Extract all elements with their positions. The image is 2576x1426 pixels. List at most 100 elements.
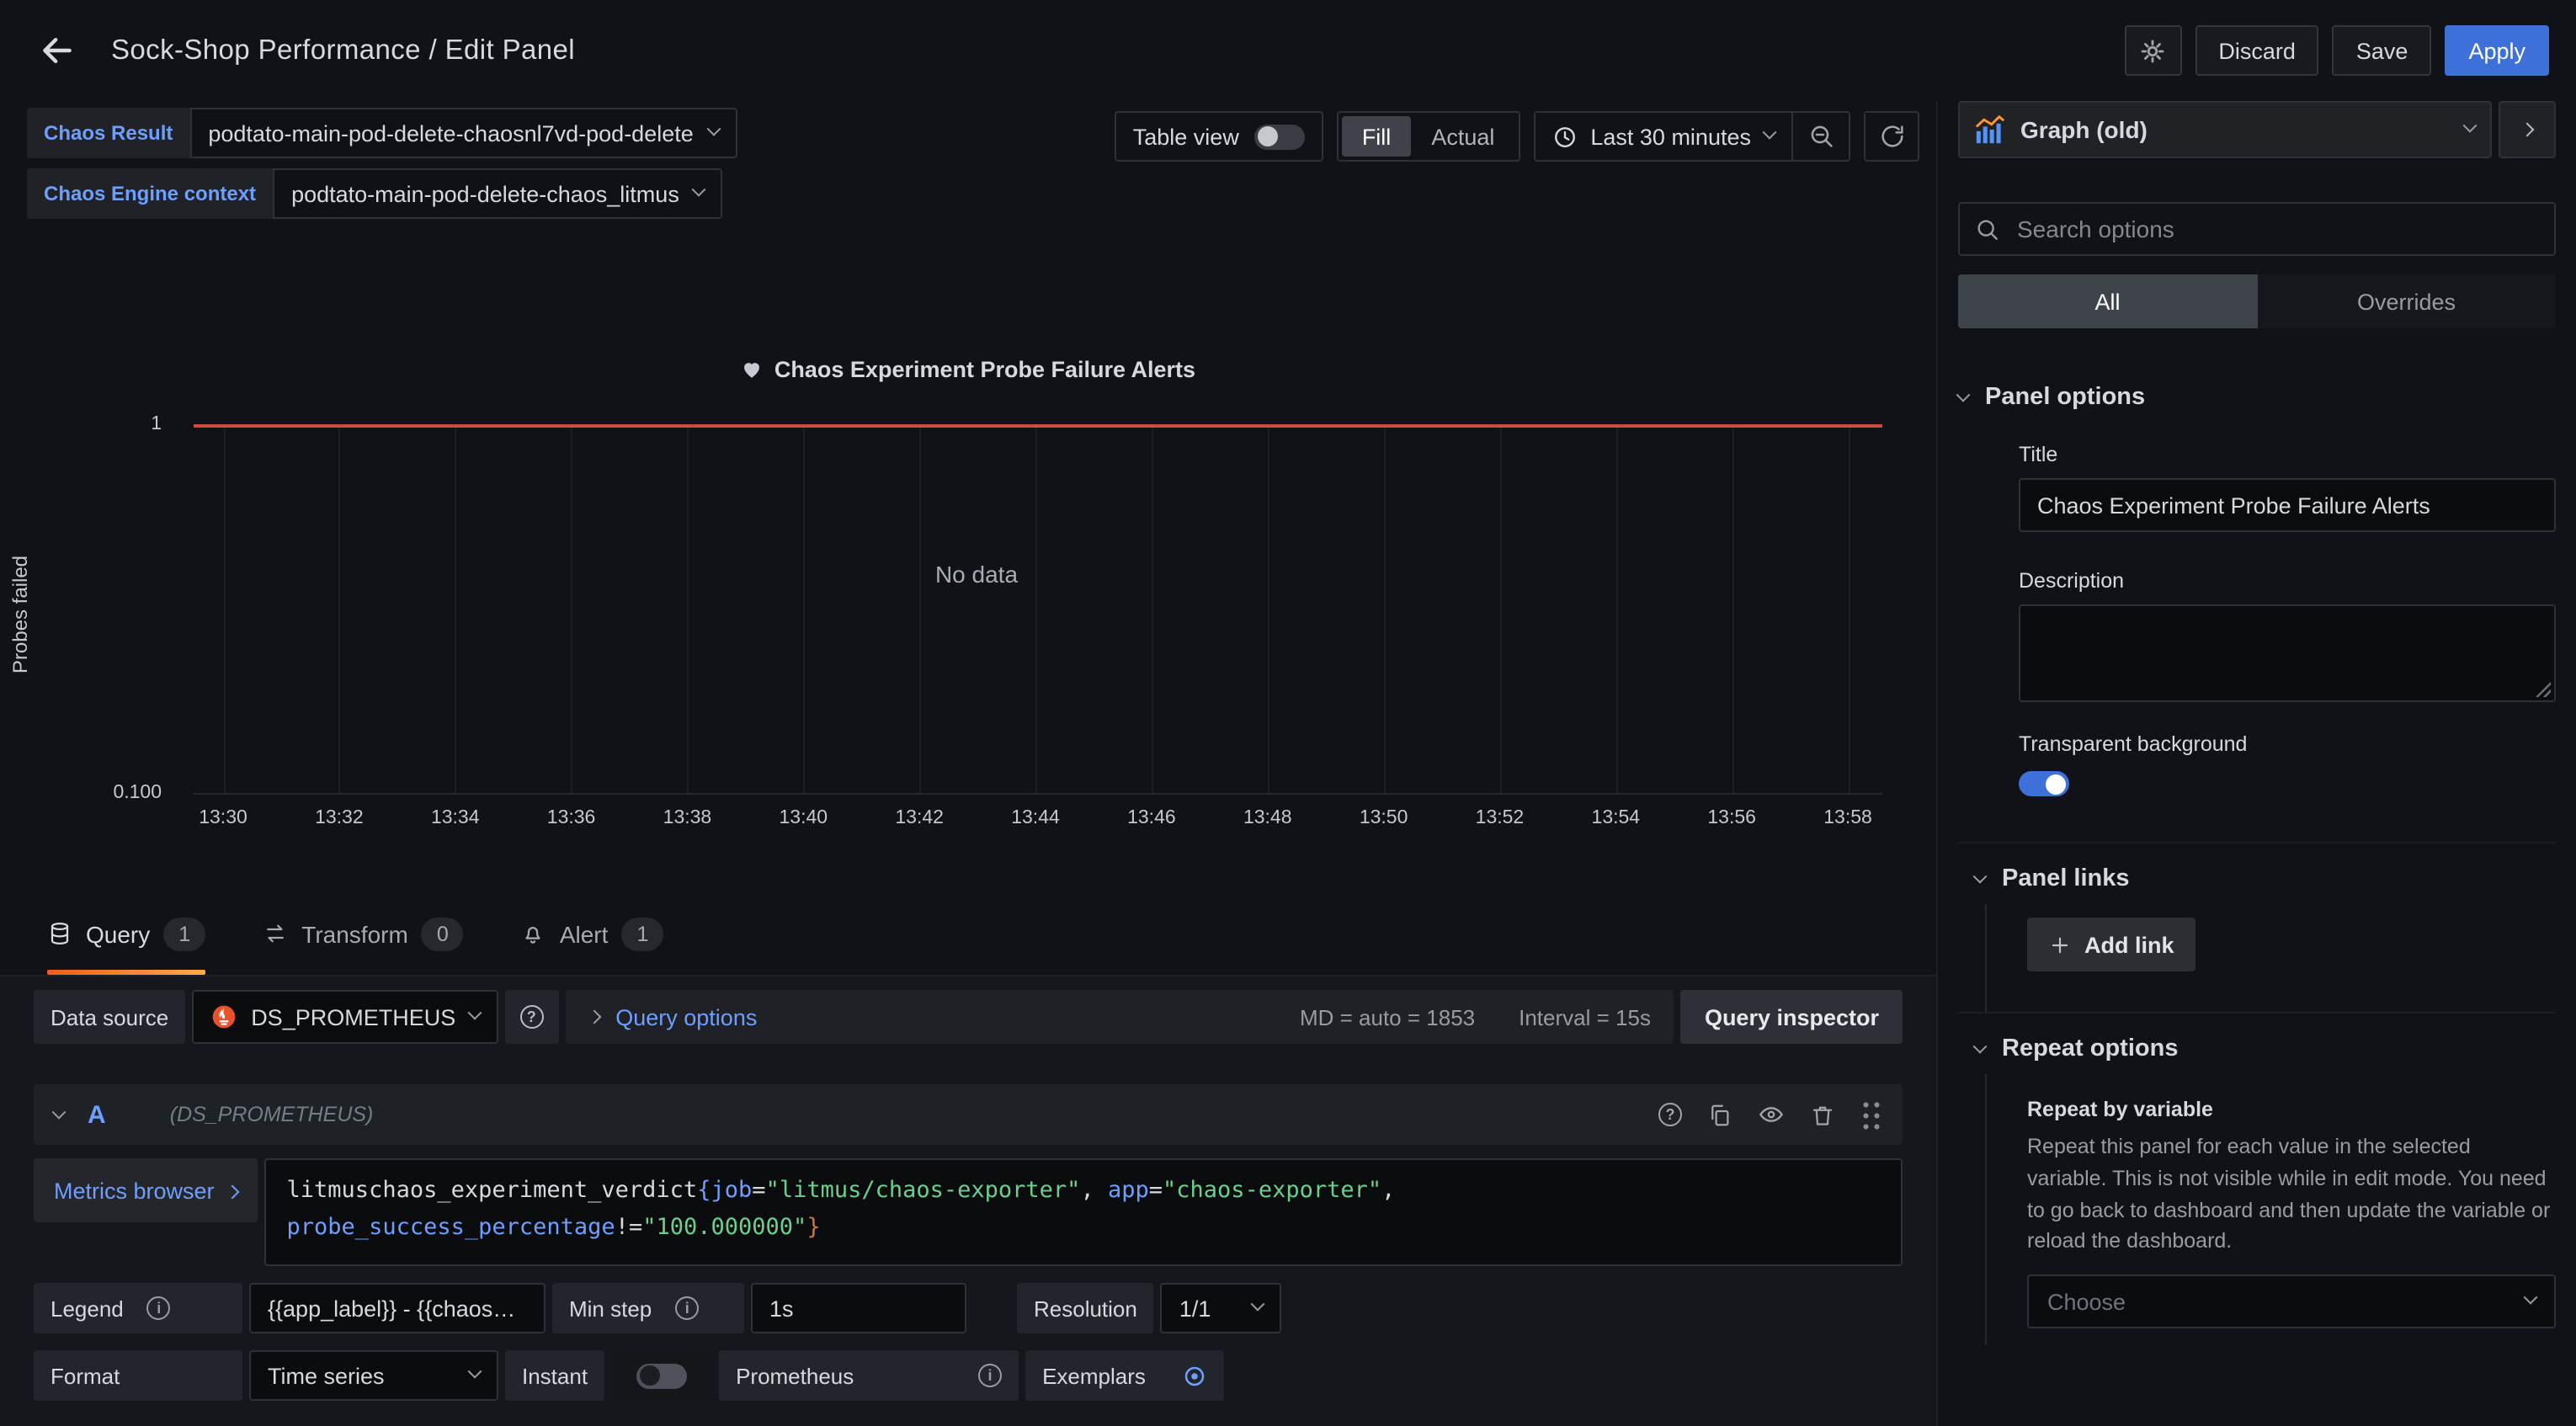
- metrics-browser-button[interactable]: Metrics browser: [34, 1158, 258, 1222]
- variable-value-dropdown[interactable]: podtato-main-pod-delete-chaosnl7vd-pod-d…: [189, 108, 737, 158]
- query-options-toggle[interactable]: Query options: [588, 1004, 757, 1030]
- chevron-down-icon: [1956, 388, 1971, 402]
- bar-line-chart-icon: [1975, 114, 2005, 145]
- x-tick-label: 13:38: [663, 808, 712, 828]
- info-circle-icon[interactable]: i: [675, 1296, 699, 1320]
- main-area: Chaos Result podtato-main-pod-delete-cha…: [0, 101, 2576, 1426]
- options-sidebar: Graph (old) All Overrides Panel opt: [1936, 101, 2576, 1426]
- panel-links-content: Add link: [1985, 904, 2556, 1012]
- drag-handle-icon[interactable]: [1860, 1099, 1882, 1131]
- chevron-down-icon: [2463, 119, 2478, 133]
- discard-button[interactable]: Discard: [2195, 25, 2319, 76]
- search-icon: [1975, 216, 2000, 242]
- resolution-select[interactable]: 1/1: [1161, 1283, 1282, 1333]
- y-tick-label: 1: [61, 414, 162, 434]
- tab-alert[interactable]: Alert 1: [521, 892, 664, 975]
- query-options-label: Query options: [615, 1004, 757, 1030]
- transparent-background-toggle[interactable]: [2019, 771, 2069, 796]
- trash-icon[interactable]: [1810, 1102, 1835, 1127]
- variable-value-dropdown[interactable]: podtato-main-pod-delete-chaos_litmus: [273, 168, 723, 219]
- chevron-down-icon: [1251, 1297, 1265, 1312]
- refresh-button[interactable]: [1864, 111, 1919, 162]
- query-expression[interactable]: litmuschaos_experiment_verdict{job="litm…: [265, 1158, 1903, 1266]
- clock-icon: [1551, 124, 1577, 149]
- spacer: [973, 1283, 1010, 1333]
- panel-links-section: Panel links Add link: [1958, 854, 2556, 1012]
- repeat-options-header[interactable]: Repeat options: [1975, 1024, 2556, 1074]
- time-range-button[interactable]: Last 30 minutes: [1535, 113, 1791, 160]
- info-circle-icon[interactable]: i: [978, 1364, 1002, 1387]
- visualization-expand-button[interactable]: [2499, 101, 2556, 158]
- panel-links-header[interactable]: Panel links: [1975, 854, 2556, 904]
- tab-all[interactable]: All: [1958, 274, 2257, 328]
- query-options-row-2: Format Time series Instant Prometheus i: [34, 1350, 1903, 1401]
- gridline: [455, 426, 457, 793]
- back-button[interactable]: [27, 20, 88, 81]
- tab-label: Transform: [301, 920, 408, 947]
- gridline: [1615, 426, 1617, 793]
- visualization-picker[interactable]: Graph (old): [1958, 101, 2492, 158]
- format-select[interactable]: Time series: [249, 1350, 498, 1401]
- chart-x-labels: 13:3013:3213:3413:3613:3813:4013:4213:44…: [194, 808, 1882, 838]
- datasource-picker[interactable]: DS_PROMETHEUS: [192, 990, 498, 1044]
- options-search[interactable]: [1958, 202, 2556, 256]
- gridline: [687, 426, 689, 793]
- query-ref-id: A: [88, 1100, 106, 1129]
- chart-plot[interactable]: No data: [194, 426, 1882, 795]
- query-options-bar: Query options MD = auto = 1853 Interval …: [565, 990, 1674, 1044]
- fill-actual-switch: Fill Actual: [1337, 111, 1520, 162]
- help-icon[interactable]: ?: [1658, 1103, 1682, 1126]
- options-search-input[interactable]: [2014, 214, 2539, 244]
- tab-label: Query: [86, 920, 150, 947]
- panel-edit-content: Chaos Result podtato-main-pod-delete-cha…: [0, 101, 1936, 1426]
- variable-value-text: podtato-main-pod-delete-chaosnl7vd-pod-d…: [208, 120, 693, 146]
- y-tick-label: 0.100: [61, 783, 162, 803]
- actual-button[interactable]: Actual: [1411, 116, 1514, 157]
- repeat-variable-select[interactable]: Choose: [2027, 1274, 2556, 1328]
- query-inspector-button[interactable]: Query inspector: [1681, 990, 1903, 1044]
- panel-settings-button[interactable]: [2124, 25, 2181, 76]
- info-circle-icon[interactable]: i: [147, 1296, 171, 1320]
- legend-input[interactable]: [249, 1283, 546, 1333]
- display-header[interactable]: Display: [1958, 1423, 2556, 1426]
- gridline: [1732, 426, 1733, 793]
- repeat-by-variable-label: Repeat by variable: [2027, 1098, 2556, 1121]
- add-link-button[interactable]: Add link: [2027, 918, 2196, 971]
- exemplars-ring-icon[interactable]: [1182, 1363, 1207, 1388]
- save-button[interactable]: Save: [2333, 25, 2432, 76]
- chevron-down-icon: [706, 122, 721, 136]
- gridline: [1035, 426, 1037, 793]
- tab-count-badge: 0: [422, 917, 464, 950]
- panel-title-input[interactable]: [2019, 478, 2556, 532]
- table-view-control: Table view: [1115, 111, 1323, 162]
- gridline: [803, 426, 805, 793]
- query-row-header[interactable]: A (DS_PROMETHEUS) ?: [34, 1084, 1903, 1145]
- gridline: [1848, 426, 1850, 793]
- apply-button[interactable]: Apply: [2445, 25, 2549, 76]
- visualization-row: Graph (old): [1958, 101, 2556, 158]
- fill-button[interactable]: Fill: [1342, 116, 1412, 157]
- panel-options-header[interactable]: Panel options: [1958, 372, 2556, 423]
- copy-icon[interactable]: [1707, 1102, 1732, 1127]
- zoom-out-button[interactable]: [1793, 113, 1849, 160]
- swap-arrows-icon: [263, 921, 288, 946]
- datasource-help-button[interactable]: ?: [504, 990, 558, 1044]
- x-tick-label: 13:40: [780, 808, 828, 828]
- description-textarea[interactable]: [2019, 604, 2556, 702]
- refresh-icon: [1878, 123, 1905, 150]
- plus-icon: [2049, 934, 2071, 955]
- tab-overrides[interactable]: Overrides: [2257, 274, 2556, 328]
- table-view-toggle[interactable]: [1254, 124, 1305, 149]
- grafana-edit-panel-page: Sock-Shop Performance / Edit Panel Disca…: [0, 0, 2576, 1426]
- instant-toggle[interactable]: [636, 1363, 687, 1388]
- x-tick-label: 13:44: [1011, 808, 1060, 828]
- chevron-down-icon: [1763, 125, 1777, 140]
- database-icon: [47, 921, 72, 946]
- eye-icon[interactable]: [1758, 1101, 1785, 1128]
- interval-info: Interval = 15s: [1519, 1004, 1651, 1030]
- tab-query[interactable]: Query 1: [47, 892, 205, 975]
- x-tick-label: 13:36: [547, 808, 596, 828]
- query-options-summary: MD = auto = 1853 Interval = 15s: [1300, 1004, 1651, 1030]
- tab-transform[interactable]: Transform 0: [263, 892, 464, 975]
- min-step-input[interactable]: [751, 1283, 966, 1333]
